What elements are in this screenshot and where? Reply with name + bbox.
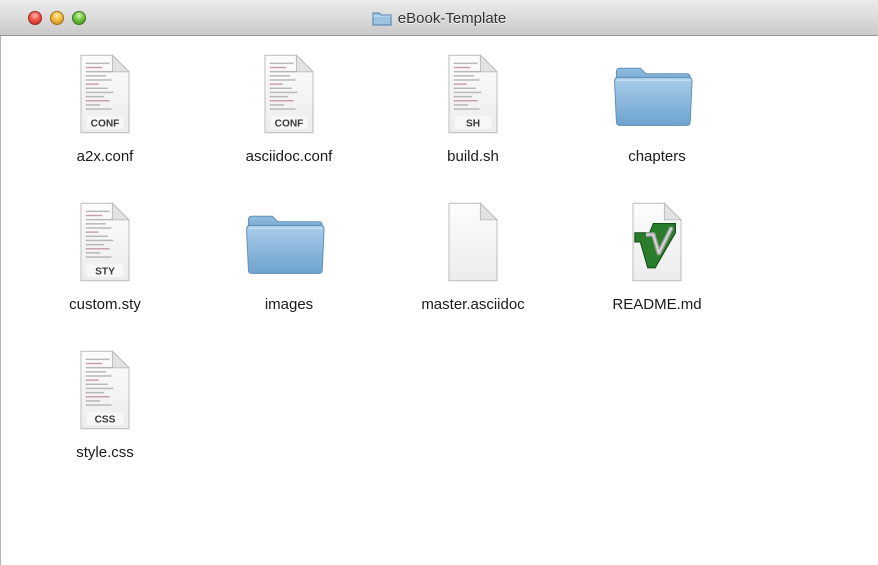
file-name-label: build.sh	[447, 148, 499, 165]
file-item[interactable]: CONF asciidoc.conf	[197, 46, 381, 194]
file-type-badge: STY	[95, 266, 115, 277]
vim-document-icon	[632, 202, 683, 282]
conf-file-icon: CONF	[80, 54, 131, 134]
window-title: eBook-Template	[397, 9, 507, 27]
file-name-label: asciidoc.conf	[245, 148, 333, 165]
file-item[interactable]: STY custom.sty	[13, 194, 197, 342]
shell-script-icon: SH	[448, 54, 499, 134]
file-name-label: style.css	[76, 444, 134, 461]
file-grid: CONF a2x.conf CONF asciidoc.conf SH build.sh c…	[13, 46, 773, 490]
file-type-badge: CONF	[91, 118, 120, 129]
file-item[interactable]: CSS style.css	[13, 342, 197, 490]
icon-view[interactable]: CONF a2x.conf CONF asciidoc.conf SH build.sh c…	[0, 36, 878, 565]
file-name-label: chapters	[628, 148, 686, 165]
folder-icon	[246, 215, 325, 274]
file-item[interactable]: CONF a2x.conf	[13, 46, 197, 194]
file-name-label: master.asciidoc	[421, 296, 525, 313]
folder-icon	[614, 67, 693, 126]
file-item[interactable]: SH build.sh	[381, 46, 565, 194]
window-title-group: eBook-Template	[0, 0, 878, 36]
file-item[interactable]: README.md	[565, 194, 749, 342]
file-item[interactable]: images	[197, 194, 381, 342]
css-file-icon: CSS	[80, 350, 131, 430]
title-bar[interactable]: eBook-Template	[0, 0, 878, 36]
file-name-label: a2x.conf	[76, 148, 134, 165]
blank-document-icon	[448, 202, 499, 282]
conf-file-icon: CONF	[264, 54, 315, 134]
file-item[interactable]: chapters	[565, 46, 749, 194]
file-type-badge: SH	[466, 118, 480, 129]
folder-icon	[372, 12, 392, 26]
file-type-badge: CONF	[275, 118, 304, 129]
file-type-badge: CSS	[95, 414, 116, 425]
file-name-label: images	[264, 296, 314, 313]
finder-window: eBook-Template CONF a2x.conf CONF asciidoc.…	[0, 0, 878, 565]
file-name-label: README.md	[612, 296, 702, 313]
file-name-label: custom.sty	[69, 296, 141, 313]
file-item[interactable]: master.asciidoc	[381, 194, 565, 342]
sty-file-icon: STY	[80, 202, 131, 282]
